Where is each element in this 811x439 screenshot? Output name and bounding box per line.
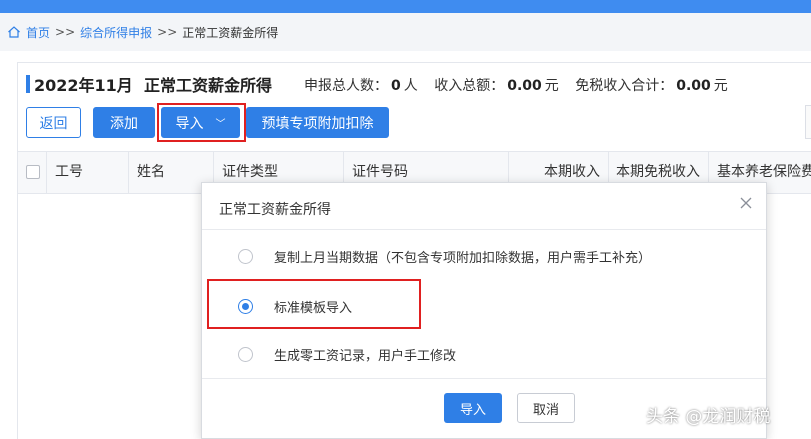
import-dialog: 正常工资薪金所得 复制上月当期数据（不包含专项附加扣除数据，用户需手工补充） 标… [201, 182, 767, 439]
option-copy-last-month[interactable]: 复制上月当期数据（不包含专项附加扣除数据，用户需手工补充） [238, 246, 651, 266]
total-people-unit: 人 [403, 78, 418, 94]
option-copy-last-month-label: 复制上月当期数据（不包含专项附加扣除数据，用户需手工补充） [274, 250, 652, 266]
income-value: 0.00 [507, 78, 542, 94]
column-header-id[interactable]: 工号 [47, 152, 129, 193]
add-button[interactable]: 添加 [93, 107, 155, 138]
page-title: 2022年11月 正常工资薪金所得 [34, 76, 272, 95]
top-bar [0, 0, 811, 13]
income-label: 收入总额： [434, 78, 505, 94]
watermark: 头条 @龙润财税 [646, 407, 771, 427]
home-icon[interactable] [7, 25, 21, 39]
highlight-box-option [207, 279, 421, 329]
breadcrumb-current: 正常工资薪金所得 [182, 25, 279, 40]
title-accent [26, 75, 30, 93]
header-checkbox-cell [18, 152, 47, 193]
highlight-box-import [157, 103, 246, 142]
radio-zero-salary[interactable] [238, 346, 253, 362]
radio-copy-last-month[interactable] [238, 248, 253, 264]
dialog-header: 正常工资薪金所得 [202, 183, 766, 230]
prefill-deduction-button[interactable]: 预填专项附加扣除 [246, 107, 389, 138]
select-all-checkbox[interactable] [26, 165, 40, 179]
breadcrumb-level1[interactable]: 综合所得申报 [80, 24, 152, 41]
option-zero-salary[interactable]: 生成零工资记录，用户手工修改 [238, 344, 456, 364]
total-people-value: 0 [391, 78, 401, 94]
title-row: 2022年11月 正常工资薪金所得 [26, 73, 272, 95]
back-button[interactable]: 返回 [26, 107, 81, 138]
exempt-value: 0.00 [676, 78, 711, 94]
exempt-label: 免税收入合计： [575, 78, 674, 94]
dialog-title: 正常工资薪金所得 [219, 202, 331, 218]
close-icon[interactable] [738, 195, 754, 211]
total-people-label: 申报总人数： [304, 78, 388, 94]
toolbar-overflow-edge [805, 105, 811, 139]
breadcrumb: 首页 >> 综合所得申报 >> 正常工资薪金所得 [0, 13, 811, 51]
exempt-unit: 元 [713, 78, 728, 94]
summary-stats: 申报总人数： 0 人 收入总额： 0.00 元 免税收入合计： 0.00 元 [304, 75, 728, 95]
income-unit: 元 [544, 78, 559, 94]
breadcrumb-sep: >> [157, 25, 178, 39]
breadcrumb-home[interactable]: 首页 [26, 24, 50, 41]
dialog-cancel-button[interactable]: 取消 [517, 393, 575, 423]
option-zero-salary-label: 生成零工资记录，用户手工修改 [274, 348, 457, 364]
breadcrumb-sep: >> [55, 25, 76, 39]
dialog-import-button[interactable]: 导入 [444, 393, 502, 423]
